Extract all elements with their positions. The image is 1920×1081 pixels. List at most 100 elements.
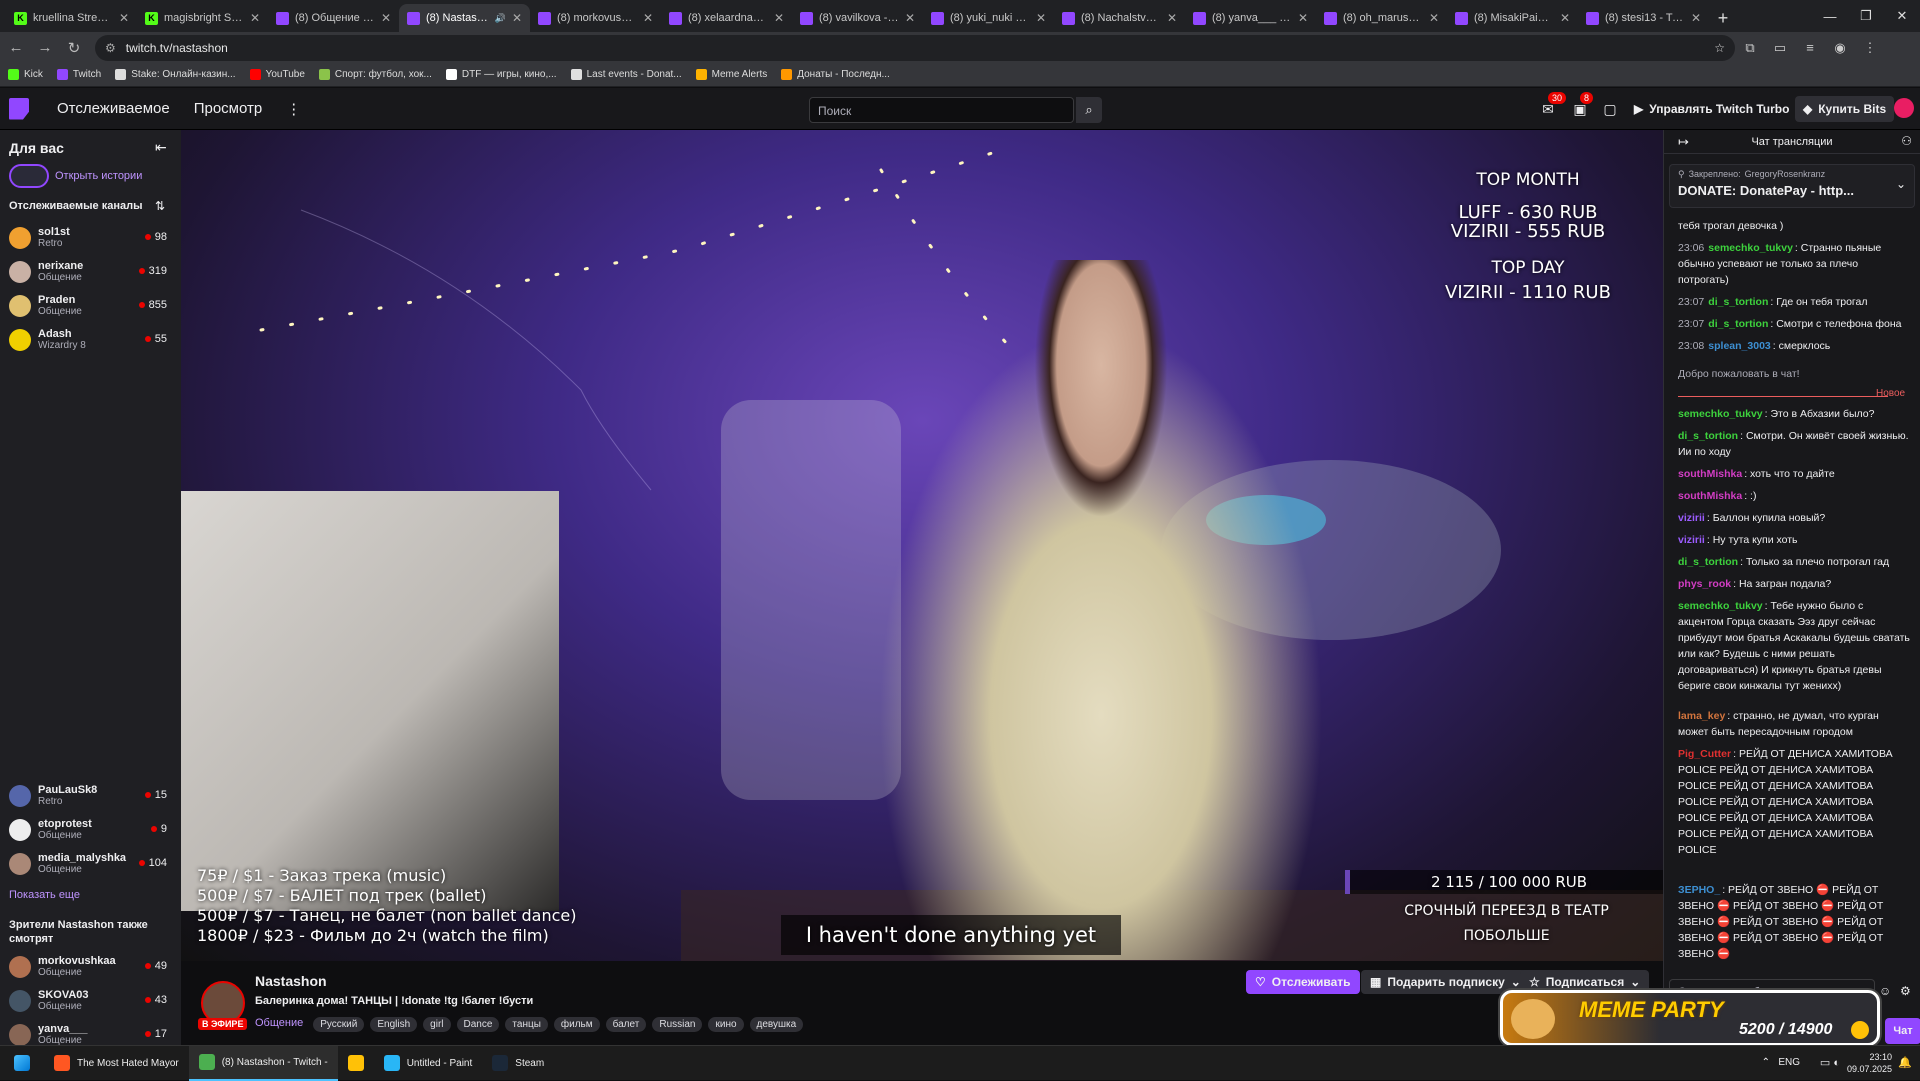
whispers-icon[interactable]: ▢: [1600, 99, 1620, 119]
chat-username[interactable]: lama_key: [1678, 710, 1725, 722]
chat-username[interactable]: Pig_Cutter: [1678, 748, 1731, 760]
bookmark-item[interactable]: Twitch: [56, 69, 101, 80]
network-volume-icons[interactable]: ▭ ◐: [1820, 1056, 1840, 1069]
tab-close-icon[interactable]: ✕: [1036, 11, 1046, 25]
bookmark-item[interactable]: Meme Alerts: [695, 69, 767, 80]
tab-close-icon[interactable]: ✕: [1298, 11, 1308, 25]
tab-close-icon[interactable]: ✕: [774, 11, 784, 25]
sidebar-channel[interactable]: Adash Wizardry 8 55: [0, 323, 181, 356]
browser-tab[interactable]: (8) oh_marusya - Tw ✕: [1316, 4, 1447, 32]
user-avatar[interactable]: [1894, 98, 1914, 118]
chat-username[interactable]: vizirii: [1678, 534, 1705, 546]
tab-close-icon[interactable]: ✕: [905, 11, 915, 25]
sidebar-channel[interactable]: etoprotest Общение 9: [0, 813, 181, 846]
browser-tab[interactable]: Kmagisbright Stream ✕: [137, 4, 268, 32]
chat-username[interactable]: phys_rook: [1678, 578, 1731, 590]
tab-close-icon[interactable]: ✕: [643, 11, 653, 25]
bookmark-item[interactable]: Last events - Donat...: [570, 69, 682, 80]
chat-username[interactable]: semechko_tukvy: [1678, 408, 1763, 420]
bookmark-item[interactable]: DTF — игры, кино,...: [445, 69, 557, 80]
stream-tag[interactable]: girl: [423, 1017, 451, 1032]
stream-tag[interactable]: English: [370, 1017, 418, 1032]
more-menu-icon[interactable]: ⋮: [286, 100, 301, 118]
collapse-sidebar-icon[interactable]: ⇤: [155, 139, 167, 156]
chat-username[interactable]: splean_3003: [1708, 340, 1770, 352]
tab-close-icon[interactable]: ✕: [1167, 11, 1177, 25]
stream-tag[interactable]: кино: [708, 1017, 744, 1032]
sidebar-channel[interactable]: PauLauSk8 Retro 15: [0, 779, 181, 812]
chat-username[interactable]: di_s_tortion: [1708, 296, 1768, 308]
sidebar-channel[interactable]: morkovushkaa Общение 49: [0, 950, 181, 983]
tab-close-icon[interactable]: ✕: [1691, 11, 1701, 25]
video-player[interactable]: TOP MONTH LUFF - 630 RUB VIZIRII - 555 R…: [181, 130, 1663, 961]
url-field[interactable]: ⚙ twitch.tv/nastashon ☆: [95, 34, 1735, 61]
cast-icon[interactable]: ▭: [1765, 35, 1795, 61]
tray-arrow-icon[interactable]: ⌃: [1762, 1057, 1770, 1068]
gift-sub-button[interactable]: ▦ Подарить подписку ⌄: [1361, 970, 1530, 994]
collapse-chat-icon[interactable]: ↦: [1678, 134, 1689, 150]
sidebar-channel[interactable]: nerixane Общение 319: [0, 255, 181, 288]
chat-username[interactable]: di_s_tortion: [1708, 318, 1768, 330]
browser-tab[interactable]: Kkruellina Stream - W ✕: [6, 4, 137, 32]
browser-tab[interactable]: (8) MisakiPaint - Tw ✕: [1447, 4, 1578, 32]
show-more-link[interactable]: Показать еще: [9, 889, 80, 901]
community-icon[interactable]: ⚇: [1901, 134, 1912, 148]
chat-settings-icon[interactable]: ⚙: [1900, 984, 1911, 998]
reload-icon[interactable]: ↻: [61, 35, 87, 61]
audio-icon[interactable]: 🔊: [495, 13, 506, 24]
buy-bits-button[interactable]: ◆ Купить Bits: [1795, 96, 1895, 122]
expand-pinned-icon[interactable]: ⌄: [1896, 177, 1906, 191]
twitch-logo-icon[interactable]: [9, 97, 29, 120]
inbox-icon[interactable]: ✉ 30: [1538, 92, 1567, 119]
streamer-name[interactable]: Nastashon: [255, 973, 327, 989]
bookmark-item[interactable]: YouTube: [249, 69, 305, 80]
forward-icon[interactable]: →: [32, 35, 58, 61]
stream-tag[interactable]: Dance: [456, 1017, 500, 1032]
chat-username[interactable]: southMishka: [1678, 490, 1742, 502]
browser-tab[interactable]: (8) xelaardnas - Twitc ✕: [661, 4, 792, 32]
stream-tag[interactable]: Russian: [652, 1017, 703, 1032]
sidebar-channel[interactable]: sol1st Retro 98: [0, 221, 181, 254]
chat-username[interactable]: southMishka: [1678, 468, 1742, 480]
start-button[interactable]: [0, 1046, 44, 1081]
bookmark-star-icon[interactable]: ☆: [1714, 41, 1725, 55]
menu-icon[interactable]: ⋮: [1855, 35, 1885, 61]
bookmark-item[interactable]: Донаты - Последн...: [781, 69, 890, 80]
taskbar-app[interactable]: (8) Nastashon - Twitch -: [188, 1045, 338, 1081]
taskbar-app[interactable]: Steam: [482, 1046, 554, 1081]
chat-username[interactable]: ЗЕРНО_: [1678, 884, 1720, 896]
nav-browse[interactable]: Просмотр: [194, 100, 263, 117]
restore-icon[interactable]: ❐: [1848, 0, 1884, 32]
follow-button[interactable]: ♡ Отслеживать: [1246, 970, 1360, 994]
emote-icon[interactable]: ☺: [1879, 984, 1891, 998]
nav-following[interactable]: Отслеживаемое: [57, 100, 170, 117]
browser-tab[interactable]: (8) yanva___ - Twitch ✕: [1185, 4, 1316, 32]
chat-username[interactable]: semechko_tukvy: [1708, 242, 1793, 254]
taskbar-app[interactable]: Untitled - Paint: [374, 1046, 483, 1081]
bookmark-item[interactable]: Kick: [8, 69, 43, 80]
chat-username[interactable]: di_s_tortion: [1678, 430, 1738, 442]
language-indicator[interactable]: ENG: [1778, 1057, 1800, 1068]
close-window-icon[interactable]: ✕: [1884, 0, 1920, 32]
taskbar-app[interactable]: The Most Hated Mayor: [44, 1046, 189, 1081]
tab-close-icon[interactable]: ✕: [119, 11, 129, 25]
stream-tag[interactable]: танцы: [505, 1017, 548, 1032]
search-input[interactable]: Поиск: [809, 97, 1074, 123]
chat-username[interactable]: vizirii: [1678, 512, 1705, 524]
pinned-message[interactable]: ⚲ Закреплено: GregoryRosenkranz DONATE: …: [1669, 164, 1915, 208]
chat-username[interactable]: di_s_tortion: [1678, 556, 1738, 568]
browser-tab[interactable]: (8) yuki_nuki - Twitc ✕: [923, 4, 1054, 32]
category-link[interactable]: Общение: [255, 1017, 303, 1029]
stream-tag[interactable]: фильм: [553, 1017, 600, 1032]
notifications-bell-icon[interactable]: 🔔: [1898, 1056, 1912, 1069]
browser-tab[interactable]: (8) Общение - Twitc ✕: [268, 4, 399, 32]
tab-close-icon[interactable]: ✕: [1429, 11, 1439, 25]
tab-close-icon[interactable]: ✕: [381, 11, 391, 25]
extensions-icon[interactable]: ⧉: [1735, 35, 1765, 61]
browser-tab[interactable]: (8) stesi13 - Twitch ✕: [1578, 4, 1709, 32]
stream-tag[interactable]: балет: [605, 1017, 647, 1032]
stream-tag[interactable]: девушка: [749, 1017, 804, 1032]
bookmark-item[interactable]: Stake: Онлайн-казин...: [115, 69, 236, 80]
browser-tab[interactable]: (8) Nachalstvo21 - T ✕: [1054, 4, 1185, 32]
tab-close-icon[interactable]: ✕: [1560, 11, 1570, 25]
